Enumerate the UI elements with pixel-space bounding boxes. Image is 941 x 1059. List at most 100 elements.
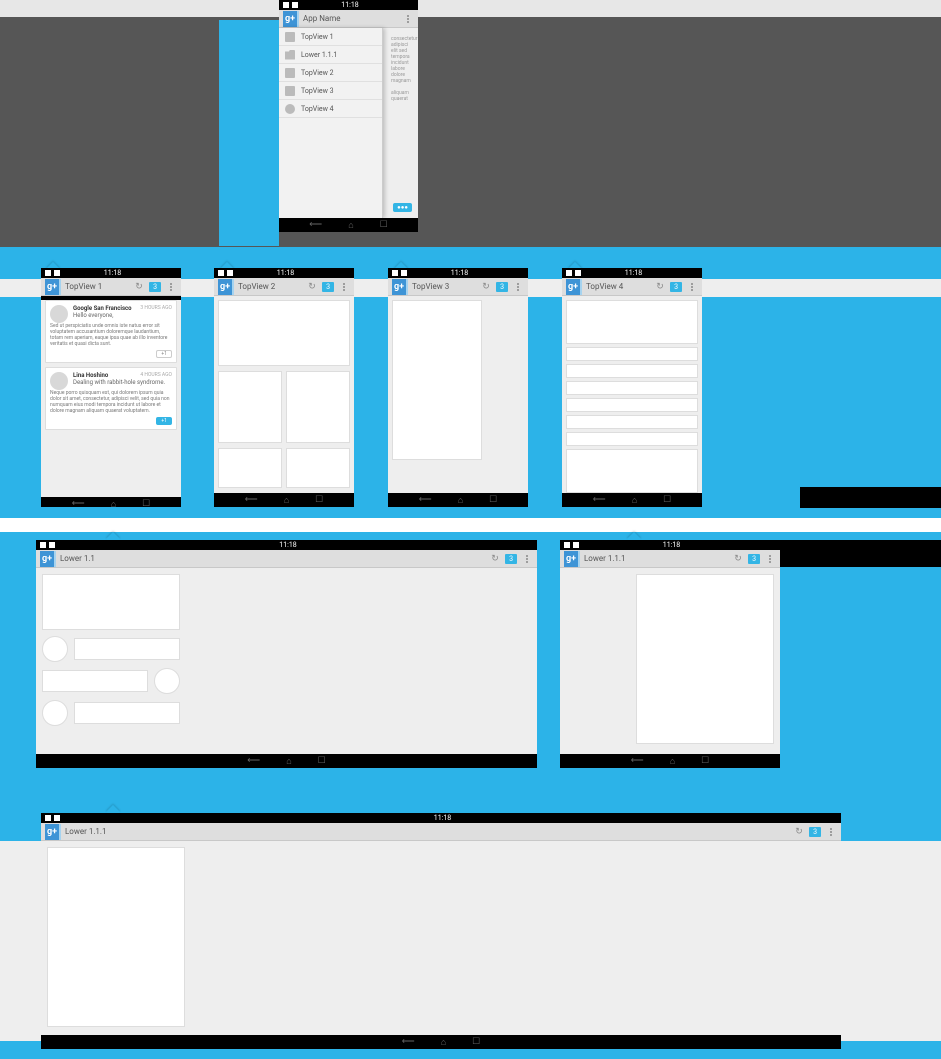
recents-icon[interactable]: ☐	[701, 756, 709, 766]
overflow-icon[interactable]	[165, 283, 177, 291]
list-item[interactable]	[566, 364, 698, 378]
tile[interactable]	[286, 448, 350, 488]
overflow-icon[interactable]	[512, 283, 524, 291]
tile[interactable]	[218, 300, 350, 366]
app-logo-icon[interactable]: g+	[392, 279, 408, 295]
back-icon[interactable]: ⟵	[72, 499, 85, 507]
count-badge[interactable]: 3	[322, 282, 334, 292]
panel[interactable]	[42, 574, 180, 630]
refresh-icon[interactable]	[732, 553, 744, 565]
drawer-item-topview4[interactable]: TopView 4	[279, 100, 382, 118]
screen-content[interactable]	[562, 296, 702, 493]
list-item[interactable]	[566, 347, 698, 361]
home-icon[interactable]: ⌂	[348, 220, 353, 231]
statusbar: 11:18	[388, 268, 528, 278]
list-item[interactable]	[566, 449, 698, 493]
refresh-icon[interactable]	[306, 281, 318, 293]
back-icon[interactable]: ⟵	[245, 495, 258, 505]
notif-icon	[45, 815, 51, 821]
list-item[interactable]	[42, 668, 180, 694]
drawer-item-topview2[interactable]: TopView 2	[279, 64, 382, 82]
back-icon[interactable]: ⟵	[309, 220, 322, 230]
app-logo-icon[interactable]: g+	[218, 279, 234, 295]
list-item[interactable]	[42, 700, 180, 726]
main-under-drawer: consectetur adipisci elit sedtempora inc…	[383, 28, 418, 218]
tile[interactable]	[218, 371, 282, 443]
overflow-icon[interactable]	[338, 283, 350, 291]
app-logo-icon[interactable]: g+	[40, 551, 56, 567]
recents-icon[interactable]: ☐	[472, 1037, 480, 1047]
recents-icon[interactable]: ☐	[142, 499, 150, 507]
overflow-icon[interactable]	[402, 15, 414, 23]
row2-connector	[0, 518, 941, 532]
drawer-item-topview1[interactable]: TopView 1	[279, 28, 382, 46]
right-column	[630, 568, 780, 754]
screen-content[interactable]: 3 HOURS AGO Google San Francisco Hello e…	[41, 300, 181, 497]
list-item[interactable]	[42, 636, 180, 662]
clock: 11:18	[60, 814, 825, 822]
list-item[interactable]	[566, 398, 698, 412]
screen-content[interactable]	[36, 568, 537, 754]
screen-content[interactable]	[214, 296, 354, 493]
plusone-button[interactable]: +1	[156, 350, 172, 358]
home-icon[interactable]: ⌂	[458, 495, 463, 506]
tile[interactable]	[218, 448, 282, 488]
overflow-icon[interactable]	[825, 828, 837, 836]
home-icon[interactable]: ⌂	[670, 756, 675, 767]
drawer-item-lower111[interactable]: Lower 1.1.1	[279, 46, 382, 64]
panel[interactable]	[392, 300, 482, 460]
list-item[interactable]	[566, 415, 698, 429]
post-card[interactable]: 4 HOURS AGO Lina Hoshino Dealing with ra…	[45, 367, 177, 430]
panel[interactable]	[636, 574, 774, 744]
count-badge[interactable]: 3	[748, 554, 760, 564]
app-logo-icon[interactable]: g+	[564, 551, 580, 567]
avatar[interactable]	[50, 372, 68, 390]
back-icon[interactable]: ⟵	[631, 756, 644, 766]
home-icon[interactable]: ⌂	[111, 499, 116, 508]
screen-content[interactable]	[388, 296, 528, 493]
home-icon[interactable]: ⌂	[286, 756, 291, 767]
refresh-icon[interactable]	[480, 281, 492, 293]
count-badge[interactable]: 3	[149, 282, 161, 292]
refresh-icon[interactable]	[133, 281, 145, 293]
plusone-button[interactable]: +1	[156, 417, 172, 425]
count-badge[interactable]: 3	[809, 827, 821, 837]
recents-icon[interactable]: ☐	[318, 756, 326, 766]
app-logo-icon[interactable]: g+	[566, 279, 582, 295]
list-item[interactable]	[566, 381, 698, 395]
overflow-icon[interactable]	[521, 555, 533, 563]
list-item[interactable]	[566, 300, 698, 344]
empty-area	[186, 568, 537, 754]
screen-title: TopView 1	[65, 282, 129, 291]
overflow-icon[interactable]	[686, 283, 698, 291]
notif-icon	[283, 2, 289, 8]
count-badge[interactable]: 3	[505, 554, 517, 564]
avatar[interactable]	[50, 305, 68, 323]
back-icon[interactable]: ⟵	[247, 756, 260, 766]
panel[interactable]	[47, 847, 185, 1027]
back-icon[interactable]: ⟵	[419, 495, 432, 505]
count-badge[interactable]: 3	[496, 282, 508, 292]
refresh-icon[interactable]	[793, 826, 805, 838]
list-item[interactable]	[566, 432, 698, 446]
recents-icon[interactable]: ☐	[489, 495, 497, 505]
chip-button[interactable]: ●●●	[393, 203, 412, 212]
app-logo-icon[interactable]: g+	[45, 279, 61, 295]
recents-icon[interactable]: ☐	[380, 220, 388, 230]
home-icon[interactable]: ⌂	[284, 495, 289, 506]
app-logo-icon[interactable]: g+	[45, 824, 61, 840]
screen-content[interactable]	[560, 568, 780, 754]
statusbar: 11:18	[214, 268, 354, 278]
recents-icon[interactable]: ☐	[315, 495, 323, 505]
back-icon[interactable]: ⟵	[402, 1037, 415, 1047]
refresh-icon[interactable]	[489, 553, 501, 565]
post-card[interactable]: 3 HOURS AGO Google San Francisco Hello e…	[45, 300, 177, 363]
drawer-item-topview3[interactable]: TopView 3	[279, 82, 382, 100]
refresh-icon[interactable]	[654, 281, 666, 293]
app-logo-icon[interactable]: g+	[283, 11, 299, 27]
count-badge[interactable]: 3	[670, 282, 682, 292]
home-icon[interactable]: ⌂	[441, 1037, 446, 1048]
screen-content[interactable]	[41, 841, 841, 1035]
overflow-icon[interactable]	[764, 555, 776, 563]
tile[interactable]	[286, 371, 350, 443]
